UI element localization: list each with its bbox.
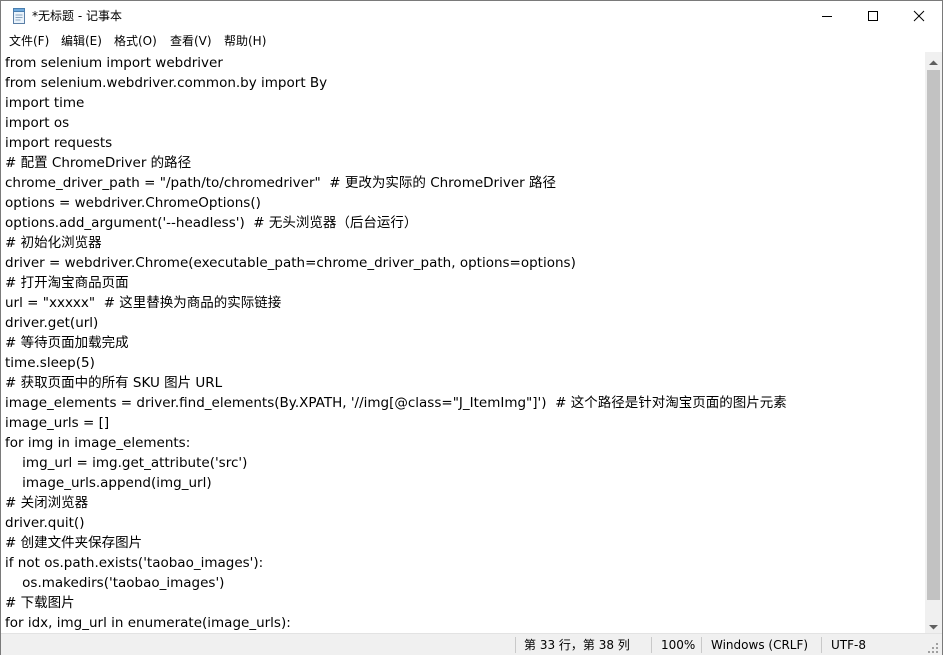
editor-line: options = webdriver.ChromeOptions() xyxy=(5,195,261,211)
maximize-button[interactable] xyxy=(850,1,896,31)
editor-line: image_elements = driver.find_elements(By… xyxy=(5,395,787,411)
notepad-window: *无标题 - 记事本 文件(F) 编辑(E) 格式(O) 查看(V) 帮助(H)… xyxy=(0,0,943,655)
status-zoom: 100% xyxy=(661,638,696,652)
vertical-scrollbar[interactable] xyxy=(925,52,942,633)
maximize-icon xyxy=(867,7,879,26)
editor-line: os.makedirs('taobao_images') xyxy=(5,575,225,591)
editor-line: chrome_driver_path = "/path/to/chromedri… xyxy=(5,175,556,191)
window-title: *无标题 - 记事本 xyxy=(32,9,122,23)
close-button[interactable] xyxy=(896,1,942,31)
menu-format[interactable]: 格式(O) xyxy=(114,33,157,50)
menu-edit[interactable]: 编辑(E) xyxy=(61,33,102,50)
status-line-ending: Windows (CRLF) xyxy=(711,638,809,652)
menu-view[interactable]: 查看(V) xyxy=(170,33,212,50)
editor-line: # 初始化浏览器 xyxy=(5,235,102,251)
status-bar: 第 33 行，第 38 列 100% Windows (CRLF) UTF-8 xyxy=(1,633,942,655)
editor-line: if not os.path.exists('taobao_images'): xyxy=(5,555,264,571)
minimize-icon xyxy=(821,7,833,26)
scroll-up-arrow-icon xyxy=(929,51,938,70)
editor-line: url = "xxxxx" # 这里替换为商品的实际链接 xyxy=(5,295,282,311)
editor-line: # 关闭浏览器 xyxy=(5,495,89,511)
editor-line: options.add_argument('--headless') # 无头浏… xyxy=(5,215,418,231)
scroll-down-arrow-icon xyxy=(929,615,938,634)
status-separator xyxy=(821,637,822,653)
minimize-button[interactable] xyxy=(804,1,850,31)
editor-line: # 创建文件夹保存图片 xyxy=(5,535,143,551)
editor-line: time.sleep(5) xyxy=(5,355,95,371)
editor-line: from selenium import webdriver xyxy=(5,55,223,71)
editor-line: for idx, img_url in enumerate(image_urls… xyxy=(5,615,291,631)
status-separator xyxy=(515,637,516,653)
editor-line: # 打开淘宝商品页面 xyxy=(5,275,129,291)
editor-line: image_urls = [] xyxy=(5,415,110,431)
editor-line: image_urls.append(img_url) xyxy=(5,475,212,491)
editor-line: # 下载图片 xyxy=(5,595,75,611)
status-cursor-position: 第 33 行，第 38 列 xyxy=(524,638,630,652)
status-separator xyxy=(651,637,652,653)
editor-line: # 获取页面中的所有 SKU 图片 URL xyxy=(5,375,223,391)
scroll-up-button[interactable] xyxy=(925,52,942,69)
text-editor[interactable]: from selenium import webdriver from sele… xyxy=(1,52,925,633)
editor-line: img_url = img.get_attribute('src') xyxy=(5,455,248,471)
status-separator xyxy=(701,637,702,653)
editor-line: import time xyxy=(5,95,85,111)
menu-bar: 文件(F) 编辑(E) 格式(O) 查看(V) 帮助(H) xyxy=(1,31,942,52)
resize-grip-icon[interactable] xyxy=(927,639,939,653)
editor-line: driver.quit() xyxy=(5,515,85,531)
menu-help[interactable]: 帮助(H) xyxy=(224,33,266,50)
scroll-thumb[interactable] xyxy=(927,70,940,600)
status-encoding: UTF-8 xyxy=(831,638,866,652)
editor-line: # 等待页面加载完成 xyxy=(5,335,129,351)
close-icon xyxy=(913,7,925,26)
title-bar[interactable]: *无标题 - 记事本 xyxy=(1,1,942,31)
scroll-down-button[interactable] xyxy=(925,616,942,633)
editor-line: # 配置 ChromeDriver 的路径 xyxy=(5,155,192,171)
menu-file[interactable]: 文件(F) xyxy=(9,33,49,50)
editor-line: import requests xyxy=(5,135,113,151)
editor-line: for img in image_elements: xyxy=(5,435,191,451)
editor-line: import os xyxy=(5,115,70,131)
editor-line: driver = webdriver.Chrome(executable_pat… xyxy=(5,255,576,271)
notepad-icon xyxy=(11,8,27,24)
editor-line: driver.get(url) xyxy=(5,315,99,331)
editor-line: from selenium.webdriver.common.by import… xyxy=(5,75,328,91)
